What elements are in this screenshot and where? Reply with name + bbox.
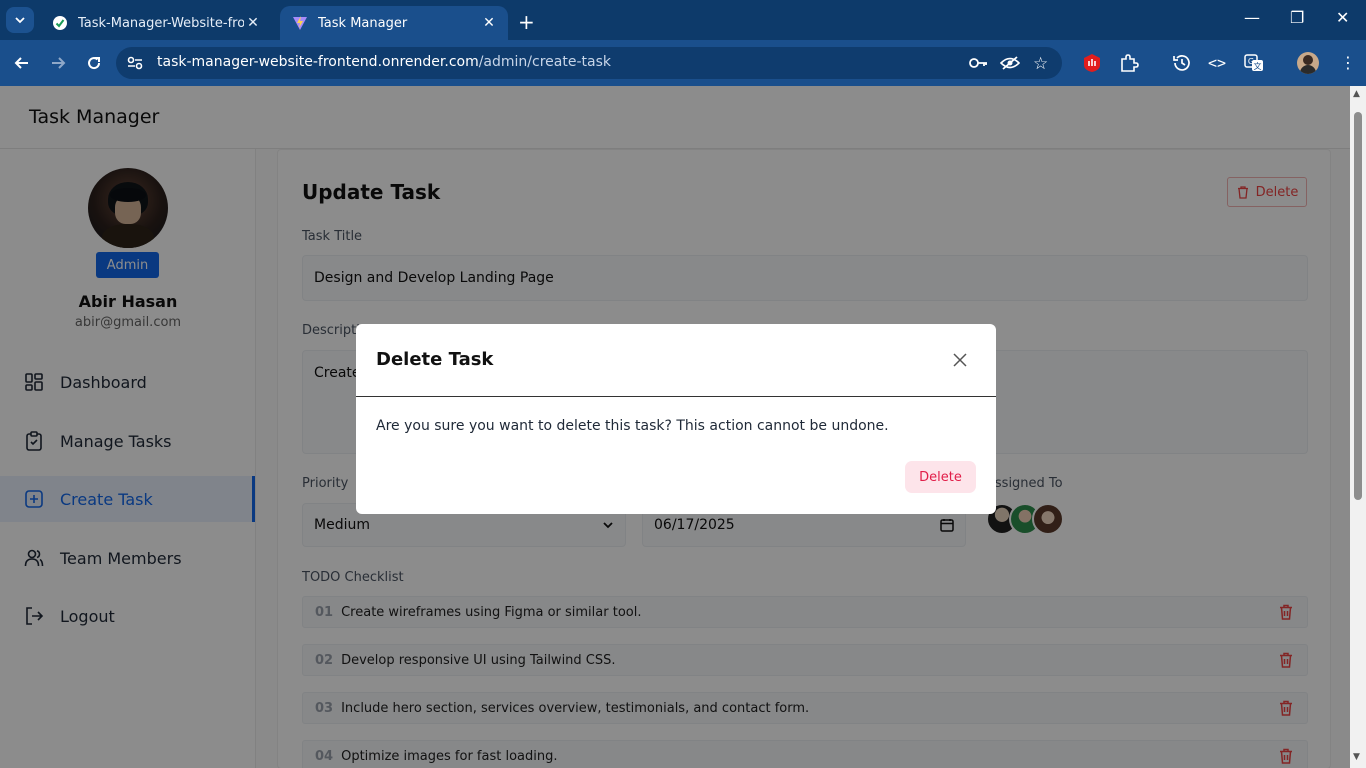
close-window-icon[interactable]: ✕ [1336,8,1349,27]
forward-icon[interactable] [47,52,69,74]
extensions-puzzle-icon[interactable] [1119,53,1139,77]
chevron-down-icon [15,17,25,24]
svg-text:文: 文 [1254,61,1262,71]
close-icon[interactable] [950,350,970,370]
site-info-icon[interactable] [126,55,144,75]
minimize-icon[interactable]: — [1244,8,1260,27]
close-tab-icon[interactable]: ✕ [480,14,498,32]
back-icon[interactable] [11,52,33,74]
new-tab-icon[interactable]: + [518,10,535,34]
bookmark-star-icon[interactable]: ☆ [1033,54,1048,74]
translate-icon[interactable]: 文G [1244,53,1264,77]
scroll-up-icon[interactable]: ▲ [1353,89,1360,99]
eye-off-icon[interactable] [999,55,1021,75]
svg-text:G: G [1248,57,1254,66]
password-key-icon[interactable] [968,55,988,75]
browser-menu-icon[interactable]: ⋮ [1340,53,1356,72]
tab-search-button[interactable] [6,7,34,33]
url-text[interactable]: task-manager-website-frontend.onrender.c… [157,54,611,70]
browser-tab-task-manager[interactable]: Task Manager ✕ [280,6,508,40]
vite-logo-icon [292,15,308,31]
modal-title: Delete Task [376,349,494,370]
profile-avatar[interactable] [1297,52,1319,74]
browser-tab-frontend[interactable]: Task-Manager-Website-frontend ✕ [40,6,272,40]
tab-title: Task Manager [318,15,408,31]
browser-tabstrip: Task-Manager-Website-frontend ✕ Task Man… [0,0,1366,40]
url-host: task-manager-website-frontend.onrender.c… [157,54,479,70]
close-tab-icon[interactable]: ✕ [244,14,262,32]
extension-red-icon[interactable] [1083,53,1101,77]
modal-message: Are you sure you want to delete this tas… [376,418,889,434]
scrollbar-thumb[interactable] [1354,112,1362,500]
url-path: /admin/create-task [478,54,611,70]
scroll-down-icon[interactable]: ▼ [1353,752,1360,762]
confirm-delete-button[interactable]: Delete [905,461,976,493]
delete-task-modal: Delete Task Are you sure you want to del… [356,324,996,514]
modal-divider [356,396,996,397]
green-check-icon [52,15,68,31]
history-icon[interactable] [1172,53,1192,77]
restore-icon[interactable]: ❐ [1290,8,1304,27]
tab-title: Task-Manager-Website-frontend [78,15,244,31]
devtools-code-icon[interactable]: <> [1208,54,1226,72]
reload-icon[interactable] [83,52,105,74]
